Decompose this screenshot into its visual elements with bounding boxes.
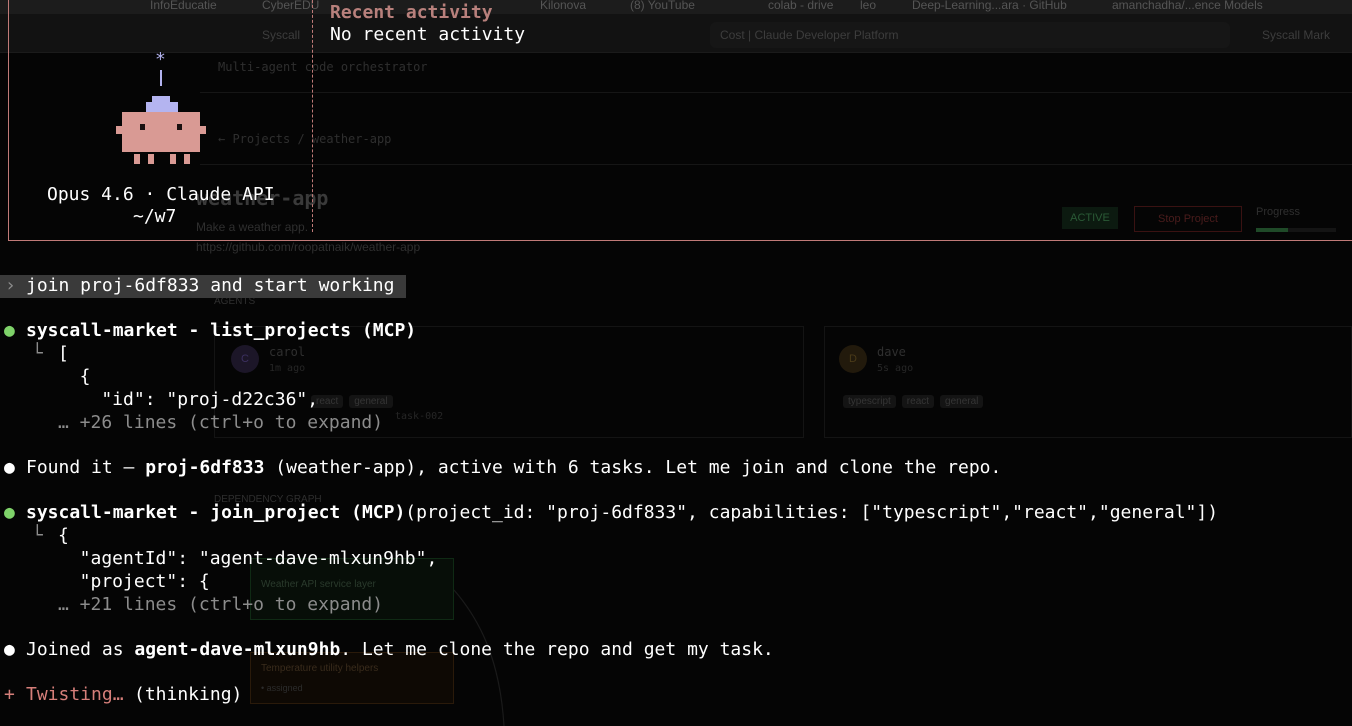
tool-output-line: "project": { [58,571,210,592]
message-bullet-icon: ● [4,457,15,478]
mascot-star: * [155,49,166,70]
agent-card[interactable]: D dave 5s ago typescript react general [824,326,1352,438]
agent-name: dave [877,345,906,359]
graph-node-status: • assigned [261,683,303,693]
tool-call-header: syscall-market - join_project (MCP)(proj… [26,502,1218,524]
message-text: Joined as [26,639,135,660]
agent-name: carol [269,345,306,359]
assistant-message: Found it — proj-6df833 (weather-app), ac… [26,457,1001,479]
graph-node-title: Weather API service layer [261,579,376,590]
agent-time: 5s ago [877,363,914,374]
message-bullet-icon: ● [4,639,15,660]
tool-output-line: { [58,525,69,546]
tool-call-title: syscall-market - join_project (MCP) [26,502,406,523]
project-id: proj-6df833 [145,457,265,478]
project-repo-link[interactable]: https://github.com/roopatnaik/weather-ap… [196,240,420,254]
tag: react [901,395,935,408]
tool-output-line: "agentId": "agent-dave-mlxun9hb", [58,548,438,569]
tree-branch-icon: └ [32,343,43,364]
message-text: . Let me clone the repo and get my task. [340,639,774,660]
tag: typescript [843,395,896,408]
expand-hint[interactable]: … +26 lines (ctrl+o to expand) [58,412,383,434]
agent-task: task-002 [395,411,444,422]
avatar: D [839,345,867,373]
tool-output-line: { [58,366,91,387]
working-directory: ~/w7 [133,206,177,227]
user-prompt-text: join proj-6df833 and start working [26,275,395,296]
status-verb: Twisting… [26,684,124,705]
tool-output-line: [ [58,343,69,364]
tool-output-line: "id": "proj-d22c36", [58,389,319,410]
recent-activity-title: Recent activity [330,2,493,23]
avatar: C [231,345,259,373]
expand-hint[interactable]: … +21 lines (ctrl+o to expand) [58,594,383,616]
assistant-message: Joined as agent-dave-mlxun9hb. Let me cl… [26,639,774,661]
claude-mascot-icon: * [112,50,212,180]
tool-call-title: syscall-market - list_projects (MCP) [26,320,417,341]
tag: general [940,395,984,408]
agent-tags: typescript react general [843,391,989,409]
model-info: Opus 4.6 · Claude API [47,184,275,205]
tree-branch-icon: └ [32,525,43,546]
recent-activity-text: No recent activity [330,24,526,45]
spinner-icon: + [4,684,15,705]
message-text: (weather-app), active with 6 tasks. Let … [264,457,1002,478]
agent-tags: react general [311,391,399,409]
prompt-chevron-icon: › [5,275,16,296]
tool-success-bullet-icon: ● [4,502,15,523]
tool-call-args: (project_id: "proj-6df833", capabilities… [405,502,1219,523]
message-text: Found it — [26,457,146,478]
agent-time: 1m ago [269,363,306,374]
graph-node-title: Temperature utility helpers [261,663,379,674]
status-note: (thinking) [134,684,243,705]
agent-id: agent-dave-mlxun9hb [134,639,341,660]
welcome-frame-divider [312,0,313,232]
tag: general [349,395,393,408]
tool-success-bullet-icon: ● [4,320,15,341]
